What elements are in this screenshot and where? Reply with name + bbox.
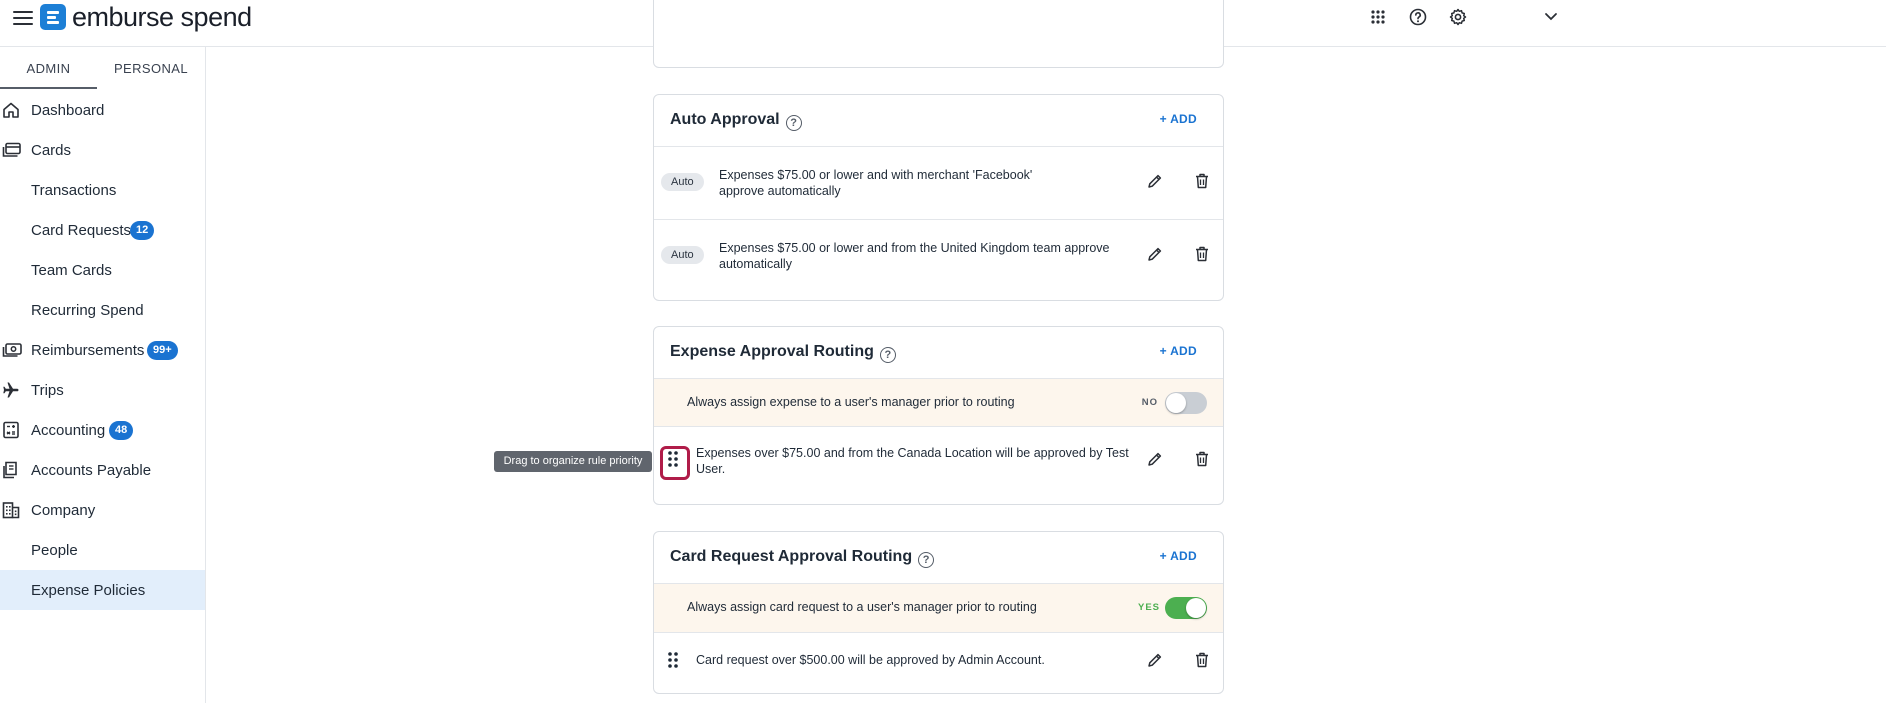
plane-icon (2, 381, 20, 399)
sidebar: ADMIN PERSONAL Dashboard Cards Transacti… (0, 47, 206, 703)
sidebar-item-label: People (31, 541, 78, 559)
card-header: Expense Approval Routing? + ADD (654, 327, 1223, 379)
toggle-state-label: YES (1137, 602, 1160, 613)
section-title: Auto Approval? (670, 111, 802, 131)
sidebar-item-label: Recurring Spend (31, 301, 144, 319)
delete-trash-icon[interactable] (1192, 650, 1212, 670)
rule-row: Expenses over $75.00 and from the Canada… (654, 427, 1223, 491)
card-header: Card Request Approval Routing? + ADD (654, 532, 1223, 584)
sidebar-item-label: Card Requests (31, 221, 132, 239)
section-title: Card Request Approval Routing? (670, 548, 935, 568)
manager-assign-toggle[interactable] (1165, 392, 1207, 414)
manager-assign-toggle[interactable] (1165, 597, 1207, 619)
rule-row: Auto Expenses $75.00 or lower and from t… (654, 220, 1223, 300)
sidebar-item-dashboard[interactable]: Dashboard (0, 90, 205, 130)
count-badge: 48 (109, 421, 134, 440)
drag-handle-focus-ring (660, 446, 690, 480)
rule-text: Expenses $75.00 or lower and with mercha… (719, 168, 1033, 198)
drag-tooltip: Drag to organize rule priority (494, 451, 652, 472)
toggle-state-label: NO (1141, 397, 1158, 408)
drag-handle-icon[interactable] (666, 651, 680, 669)
cards-icon (2, 141, 21, 159)
delete-trash-icon[interactable] (1192, 244, 1212, 264)
add-auto-approval-button[interactable]: + ADD (1160, 112, 1197, 126)
sidebar-item-label: Company (31, 501, 96, 519)
rule-text: Expenses over $75.00 and from the Canada… (696, 446, 1129, 476)
sidebar-item-card-requests[interactable]: Card Requests 12 (0, 210, 205, 250)
auto-approval-card: Auto Approval? + ADD Auto Expenses $75.0… (653, 94, 1224, 301)
rule-text: Card request over $500.00 will be approv… (696, 653, 1045, 667)
menu-icon[interactable] (10, 8, 36, 28)
sidebar-item-trips[interactable]: Trips (0, 370, 205, 410)
tab-admin[interactable]: ADMIN (0, 47, 97, 89)
add-expense-routing-button[interactable]: + ADD (1160, 344, 1197, 358)
delete-trash-icon[interactable] (1192, 171, 1212, 191)
tab-personal[interactable]: PERSONAL (97, 47, 205, 89)
sidebar-item-label: Dashboard (31, 101, 105, 119)
apps-grid-icon[interactable] (1367, 6, 1389, 28)
sidebar-item-cards[interactable]: Cards (0, 130, 205, 170)
brand-logo[interactable]: emburse spend (40, 1, 252, 32)
help-circle-icon[interactable]: ? (879, 347, 896, 363)
sidebar-item-label: Cards (31, 141, 72, 159)
help-icon[interactable] (1407, 6, 1429, 28)
card-header: Auto Approval? + ADD (654, 95, 1223, 147)
toggle-label: Always assign card request to a user's m… (687, 600, 1037, 614)
sidebar-item-company[interactable]: Company (0, 490, 205, 530)
auto-pill: Auto (661, 173, 704, 191)
rule-row: Auto Expenses $75.00 or lower and with m… (654, 147, 1223, 220)
edit-pencil-icon[interactable] (1145, 650, 1165, 670)
count-badge: 99+ (147, 341, 178, 360)
sidebar-nav: Dashboard Cards Transactions Card Reques… (0, 90, 205, 610)
sidebar-item-label: Reimbursements (31, 341, 145, 359)
edit-pencil-icon[interactable] (1145, 449, 1165, 469)
settings-gear-icon[interactable] (1447, 6, 1469, 28)
manager-toggle-row: Always assign expense to a user's manage… (654, 379, 1223, 427)
sidebar-item-transactions[interactable]: Transactions (0, 170, 205, 210)
auto-pill: Auto (661, 246, 704, 264)
brand-name: emburse spend (72, 1, 252, 32)
sidebar-item-label: Accounting (31, 421, 106, 439)
edit-pencil-icon[interactable] (1145, 244, 1165, 264)
delete-trash-icon[interactable] (1192, 449, 1212, 469)
toggle-label: Always assign expense to a user's manage… (687, 395, 1015, 409)
previous-section-card (653, 0, 1224, 68)
sidebar-item-team-cards[interactable]: Team Cards (0, 250, 205, 290)
chevron-down-icon[interactable] (1540, 6, 1562, 28)
help-circle-icon[interactable]: ? (785, 115, 802, 131)
building-icon (2, 501, 20, 519)
sidebar-item-label: Transactions (31, 181, 117, 199)
sidebar-item-accounting[interactable]: Accounting 48 (0, 410, 205, 450)
sidebar-item-expense-policies[interactable]: Expense Policies (0, 570, 205, 610)
rule-text: Expenses $75.00 or lower and from the Un… (719, 241, 1110, 271)
add-card-request-routing-button[interactable]: + ADD (1160, 549, 1197, 563)
section-title: Expense Approval Routing? (670, 343, 896, 363)
home-icon (2, 101, 20, 119)
sidebar-item-label: Expense Policies (31, 581, 146, 599)
sidebar-item-accounts-payable[interactable]: Accounts Payable (0, 450, 205, 490)
sidebar-item-label: Accounts Payable (31, 461, 152, 479)
sidebar-item-label: Team Cards (31, 261, 112, 279)
sidebar-item-people[interactable]: People (0, 530, 205, 570)
expense-approval-routing-card: Expense Approval Routing? + ADD Always a… (653, 326, 1224, 505)
invoice-icon (2, 461, 20, 479)
calculator-icon (2, 421, 20, 439)
sidebar-tabs: ADMIN PERSONAL (0, 47, 205, 89)
edit-pencil-icon[interactable] (1145, 171, 1165, 191)
rule-row: Card request over $500.00 will be approv… (654, 633, 1223, 693)
card-request-approval-routing-card: Card Request Approval Routing? + ADD Alw… (653, 531, 1224, 694)
emburse-logo-icon (40, 4, 66, 30)
manager-toggle-row: Always assign card request to a user's m… (654, 584, 1223, 633)
sidebar-item-recurring-spend[interactable]: Recurring Spend (0, 290, 205, 330)
sidebar-item-reimbursements[interactable]: Reimbursements 99+ (0, 330, 205, 370)
money-icon (2, 341, 22, 359)
help-circle-icon[interactable]: ? (918, 552, 935, 568)
sidebar-item-label: Trips (31, 381, 64, 399)
count-badge: 12 (130, 221, 155, 240)
